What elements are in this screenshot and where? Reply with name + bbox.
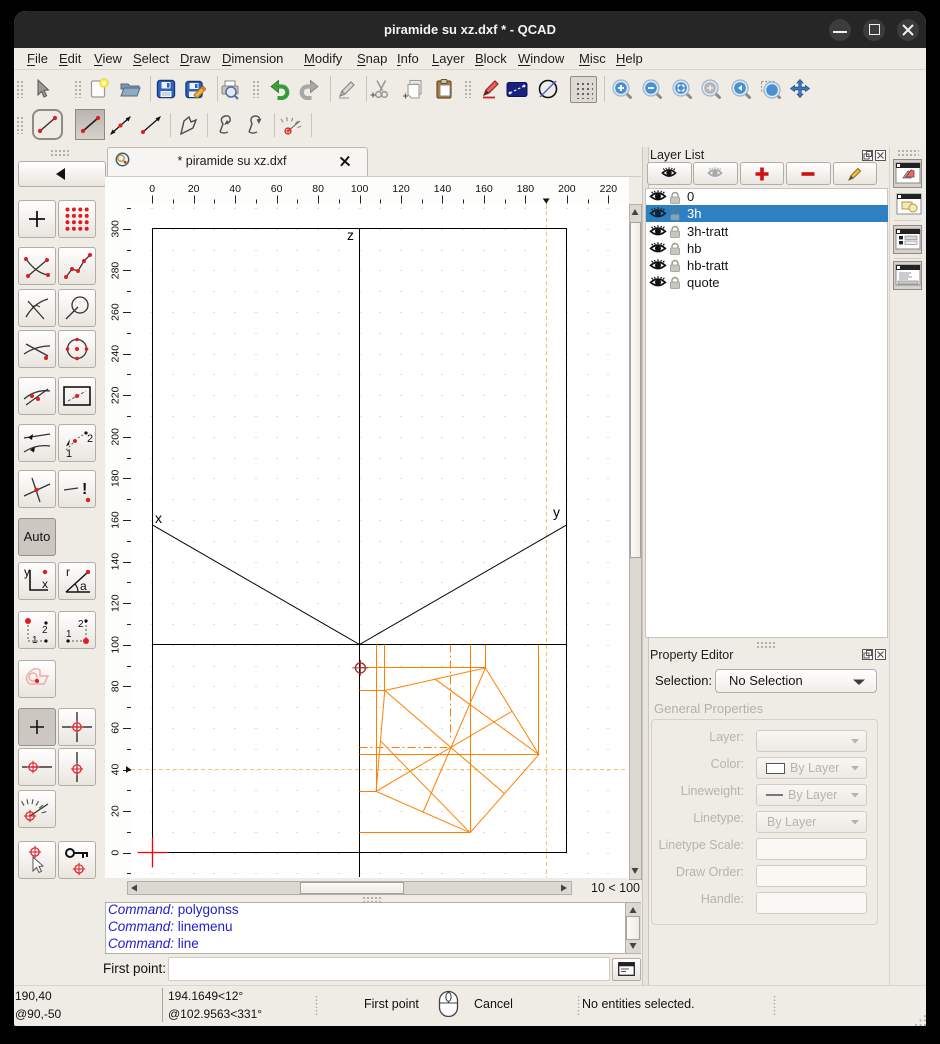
svg-text:120: 120	[110, 594, 122, 612]
svg-text:1: 1	[32, 635, 38, 646]
svg-text:1: 1	[66, 448, 72, 460]
svg-text:80: 80	[312, 183, 324, 195]
svg-text:220: 220	[110, 386, 122, 404]
svg-text:140: 140	[434, 183, 452, 195]
svg-text:80: 80	[110, 680, 122, 692]
svg-text:200: 200	[558, 183, 576, 195]
svg-text:2: 2	[87, 433, 93, 445]
svg-text:y: y	[553, 504, 560, 520]
svg-text:280: 280	[110, 262, 122, 280]
svg-text:40: 40	[110, 764, 122, 776]
svg-text:60: 60	[110, 722, 122, 734]
svg-text:60: 60	[271, 183, 283, 195]
svg-text:180: 180	[110, 469, 122, 487]
svg-text:20: 20	[188, 183, 200, 195]
svg-text:260: 260	[110, 303, 122, 321]
svg-text:240: 240	[110, 345, 122, 363]
svg-text:x: x	[42, 577, 48, 591]
svg-text:160: 160	[475, 183, 493, 195]
svg-text:100: 100	[110, 636, 122, 654]
svg-text:160: 160	[110, 511, 122, 529]
svg-text:0: 0	[110, 850, 122, 856]
svg-text:220: 220	[600, 183, 618, 195]
svg-text:180: 180	[517, 183, 535, 195]
svg-text:2: 2	[42, 625, 48, 636]
svg-text:y: y	[24, 565, 30, 579]
svg-text:1: 1	[66, 629, 72, 640]
svg-text:!: !	[82, 481, 87, 498]
svg-text:2: 2	[78, 619, 84, 630]
svg-text:200: 200	[110, 428, 122, 446]
svg-text:300: 300	[110, 220, 122, 238]
svg-text:r: r	[66, 565, 70, 579]
svg-text:120: 120	[392, 183, 410, 195]
svg-text:x: x	[155, 510, 162, 526]
svg-text:0: 0	[149, 183, 155, 195]
svg-text:a: a	[80, 579, 87, 593]
svg-text:140: 140	[110, 553, 122, 571]
svg-text:100: 100	[351, 183, 369, 195]
svg-text:40: 40	[229, 183, 241, 195]
svg-text:z: z	[347, 227, 354, 243]
svg-text:20: 20	[110, 805, 122, 817]
